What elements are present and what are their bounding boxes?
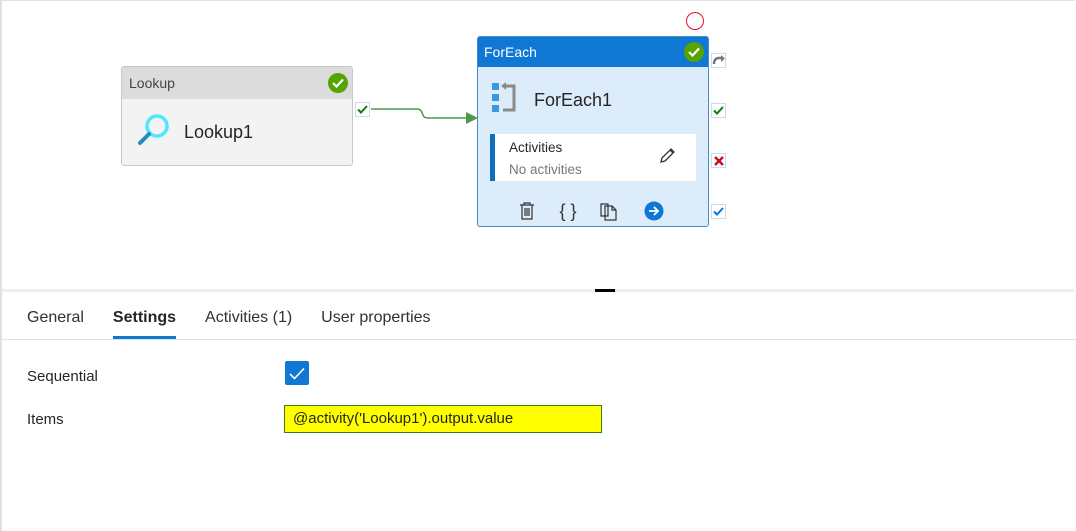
checkmark-icon <box>289 367 305 380</box>
lookup-success-port[interactable] <box>355 102 370 117</box>
selection-indicator-circle <box>686 12 704 30</box>
tab-settings[interactable]: Settings <box>112 297 177 340</box>
success-status-icon <box>328 73 348 93</box>
copy-icon[interactable] <box>598 200 620 222</box>
tab-user-properties[interactable]: User properties <box>321 297 430 340</box>
failure-port[interactable] <box>711 153 726 168</box>
lookup-activity-node[interactable]: Lookup Lookup1 <box>121 66 353 166</box>
go-to-activities-icon[interactable] <box>643 200 665 222</box>
foreach-activity-node[interactable]: ForEach ForEach1 Activities No activitie… <box>477 36 709 227</box>
lookup-node-name: Lookup1 <box>184 121 254 142</box>
foreach-node-header: ForEach <box>478 37 708 67</box>
activities-value: No activities <box>509 162 582 177</box>
tab-general[interactable]: General <box>27 297 84 340</box>
edit-pencil-icon[interactable] <box>658 147 676 170</box>
success-port[interactable] <box>711 103 726 118</box>
properties-tabs: General Settings Activities (1) User pro… <box>27 297 460 340</box>
skip-port[interactable] <box>711 53 726 68</box>
delete-icon[interactable] <box>516 200 538 222</box>
search-icon <box>136 112 172 153</box>
completion-port[interactable] <box>711 204 726 219</box>
tabs-divider <box>2 339 1076 340</box>
code-icon[interactable]: { } <box>557 200 579 222</box>
foreach-node-name: ForEach1 <box>534 89 613 110</box>
success-status-icon <box>684 42 704 62</box>
activities-label: Activities <box>509 140 563 155</box>
sequential-checkbox[interactable] <box>285 361 309 385</box>
foreach-node-type: ForEach <box>484 44 537 60</box>
lookup-node-header: Lookup <box>122 67 352 99</box>
foreach-icon <box>492 81 518 119</box>
panel-splitter <box>2 289 1074 292</box>
items-label: Items <box>27 411 64 428</box>
lookup-node-type: Lookup <box>129 75 175 91</box>
inner-activities-box[interactable]: Activities No activities <box>490 134 696 181</box>
sequential-label: Sequential <box>27 368 98 385</box>
tab-activities[interactable]: Activities (1) <box>205 297 292 340</box>
splitter-handle[interactable] <box>595 289 615 292</box>
items-expression-input[interactable]: @activity('Lookup1').output.value <box>284 405 602 433</box>
